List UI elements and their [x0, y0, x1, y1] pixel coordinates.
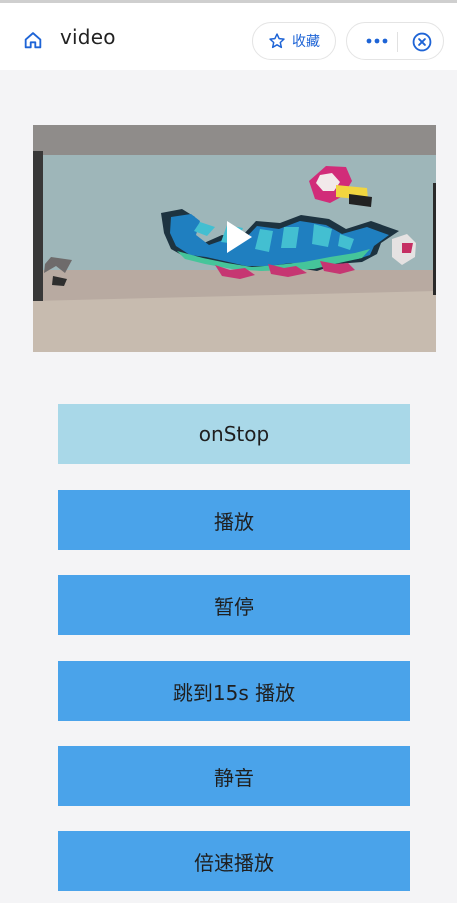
mini-program-capsule — [346, 22, 444, 60]
mute-button[interactable]: 静音 — [58, 746, 410, 806]
play-button[interactable]: 播放 — [58, 490, 410, 550]
star-icon — [269, 33, 285, 49]
pause-button[interactable]: 暂停 — [58, 575, 410, 635]
video-frame — [33, 125, 436, 352]
seek-15s-button[interactable]: 跳到15s 播放 — [58, 661, 410, 721]
playback-rate-button[interactable]: 倍速播放 — [58, 831, 410, 891]
home-icon[interactable] — [22, 29, 44, 51]
page-title: video — [60, 25, 116, 49]
favorite-button[interactable]: 收藏 — [252, 22, 336, 60]
capsule-divider — [397, 32, 398, 52]
more-icon[interactable] — [366, 36, 388, 46]
video-player[interactable] — [33, 125, 436, 352]
top-navigation-bar: video 收藏 — [0, 0, 457, 70]
onstop-button[interactable]: onStop — [58, 404, 410, 464]
favorite-label: 收藏 — [292, 34, 320, 50]
close-icon[interactable] — [411, 31, 433, 53]
